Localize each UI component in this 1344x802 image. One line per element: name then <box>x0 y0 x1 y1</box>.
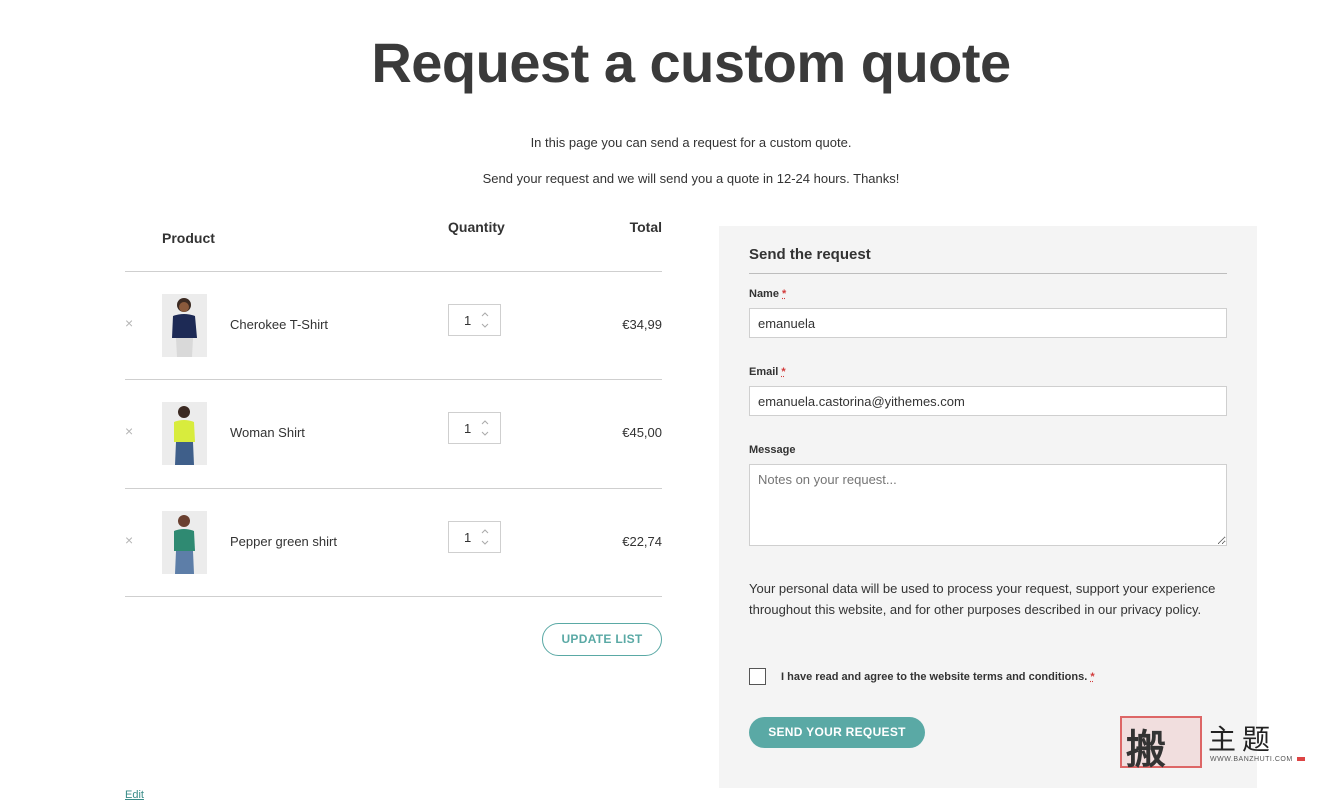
table-row: × Woman Shirt 1 €45,00 <box>125 379 662 487</box>
column-header-product: Product <box>162 230 215 246</box>
watermark-seal-char: 搬 <box>1126 717 1166 775</box>
watermark-url: WWW.BANZHUTI.COM <box>1210 756 1305 763</box>
watermark-dot <box>1297 757 1305 761</box>
quantity-stepper[interactable]: 1 <box>448 412 501 444</box>
spin-arrows-icon[interactable] <box>480 310 490 330</box>
quantity-value: 1 <box>464 530 471 545</box>
column-header-total: Total <box>630 219 662 235</box>
column-header-quantity: Quantity <box>448 219 505 235</box>
remove-icon[interactable]: × <box>125 317 137 329</box>
form-title: Send the request <box>749 246 871 263</box>
update-list-button[interactable]: UPDATE LIST <box>542 623 662 656</box>
table-row: × Pepper green shirt 1 €22,74 <box>125 488 662 596</box>
form-divider <box>749 273 1227 274</box>
watermark-logo: 搬 主题 WWW.BANZHUTI.COM <box>1118 714 1308 770</box>
required-mark: * <box>1090 671 1094 683</box>
remove-icon[interactable]: × <box>125 425 137 437</box>
email-label-text: Email <box>749 366 778 378</box>
product-name[interactable]: Cherokee T-Shirt <box>230 317 328 332</box>
required-mark: * <box>782 288 786 300</box>
product-thumbnail[interactable] <box>162 511 207 574</box>
product-name[interactable]: Pepper green shirt <box>230 534 337 549</box>
edit-link[interactable]: Edit <box>125 789 144 801</box>
spin-arrows-icon[interactable] <box>480 418 490 438</box>
terms-label-text: I have read and agree to the website ter… <box>781 671 1087 683</box>
name-field[interactable] <box>749 308 1227 338</box>
message-label: Message <box>749 444 795 456</box>
required-mark: * <box>781 366 785 378</box>
product-name[interactable]: Woman Shirt <box>230 425 305 440</box>
name-label: Name * <box>749 288 786 300</box>
email-label: Email * <box>749 366 786 378</box>
quantity-value: 1 <box>464 313 471 328</box>
intro-text-2: Send your request and we will send you a… <box>0 171 1344 186</box>
product-thumbnail[interactable] <box>162 294 207 357</box>
send-request-button[interactable]: SEND YOUR REQUEST <box>749 717 925 748</box>
watermark-brand: 主题 <box>1208 718 1276 758</box>
table-divider <box>125 596 662 597</box>
page-title: Request a custom quote <box>0 30 1344 95</box>
line-total: €45,00 <box>622 425 662 440</box>
table-row: × Cherokee T-Shirt 1 €34,99 <box>125 271 662 379</box>
message-field[interactable] <box>749 464 1227 546</box>
product-thumbnail[interactable] <box>162 402 207 465</box>
email-field[interactable] <box>749 386 1227 416</box>
remove-icon[interactable]: × <box>125 534 137 546</box>
line-total: €22,74 <box>622 534 662 549</box>
quantity-value: 1 <box>464 421 471 436</box>
watermark-url-text: WWW.BANZHUTI.COM <box>1210 756 1293 763</box>
privacy-notice: Your personal data will be used to proce… <box>749 578 1219 620</box>
line-total: €34,99 <box>622 317 662 332</box>
quantity-stepper[interactable]: 1 <box>448 521 501 553</box>
spin-arrows-icon[interactable] <box>480 527 490 547</box>
intro-text-1: In this page you can send a request for … <box>0 135 1344 150</box>
name-label-text: Name <box>749 288 779 300</box>
request-form: Send the request Name * Email * Message … <box>719 226 1257 788</box>
quantity-stepper[interactable]: 1 <box>448 304 501 336</box>
terms-checkbox[interactable] <box>749 668 766 685</box>
terms-label[interactable]: I have read and agree to the website ter… <box>781 671 1095 683</box>
